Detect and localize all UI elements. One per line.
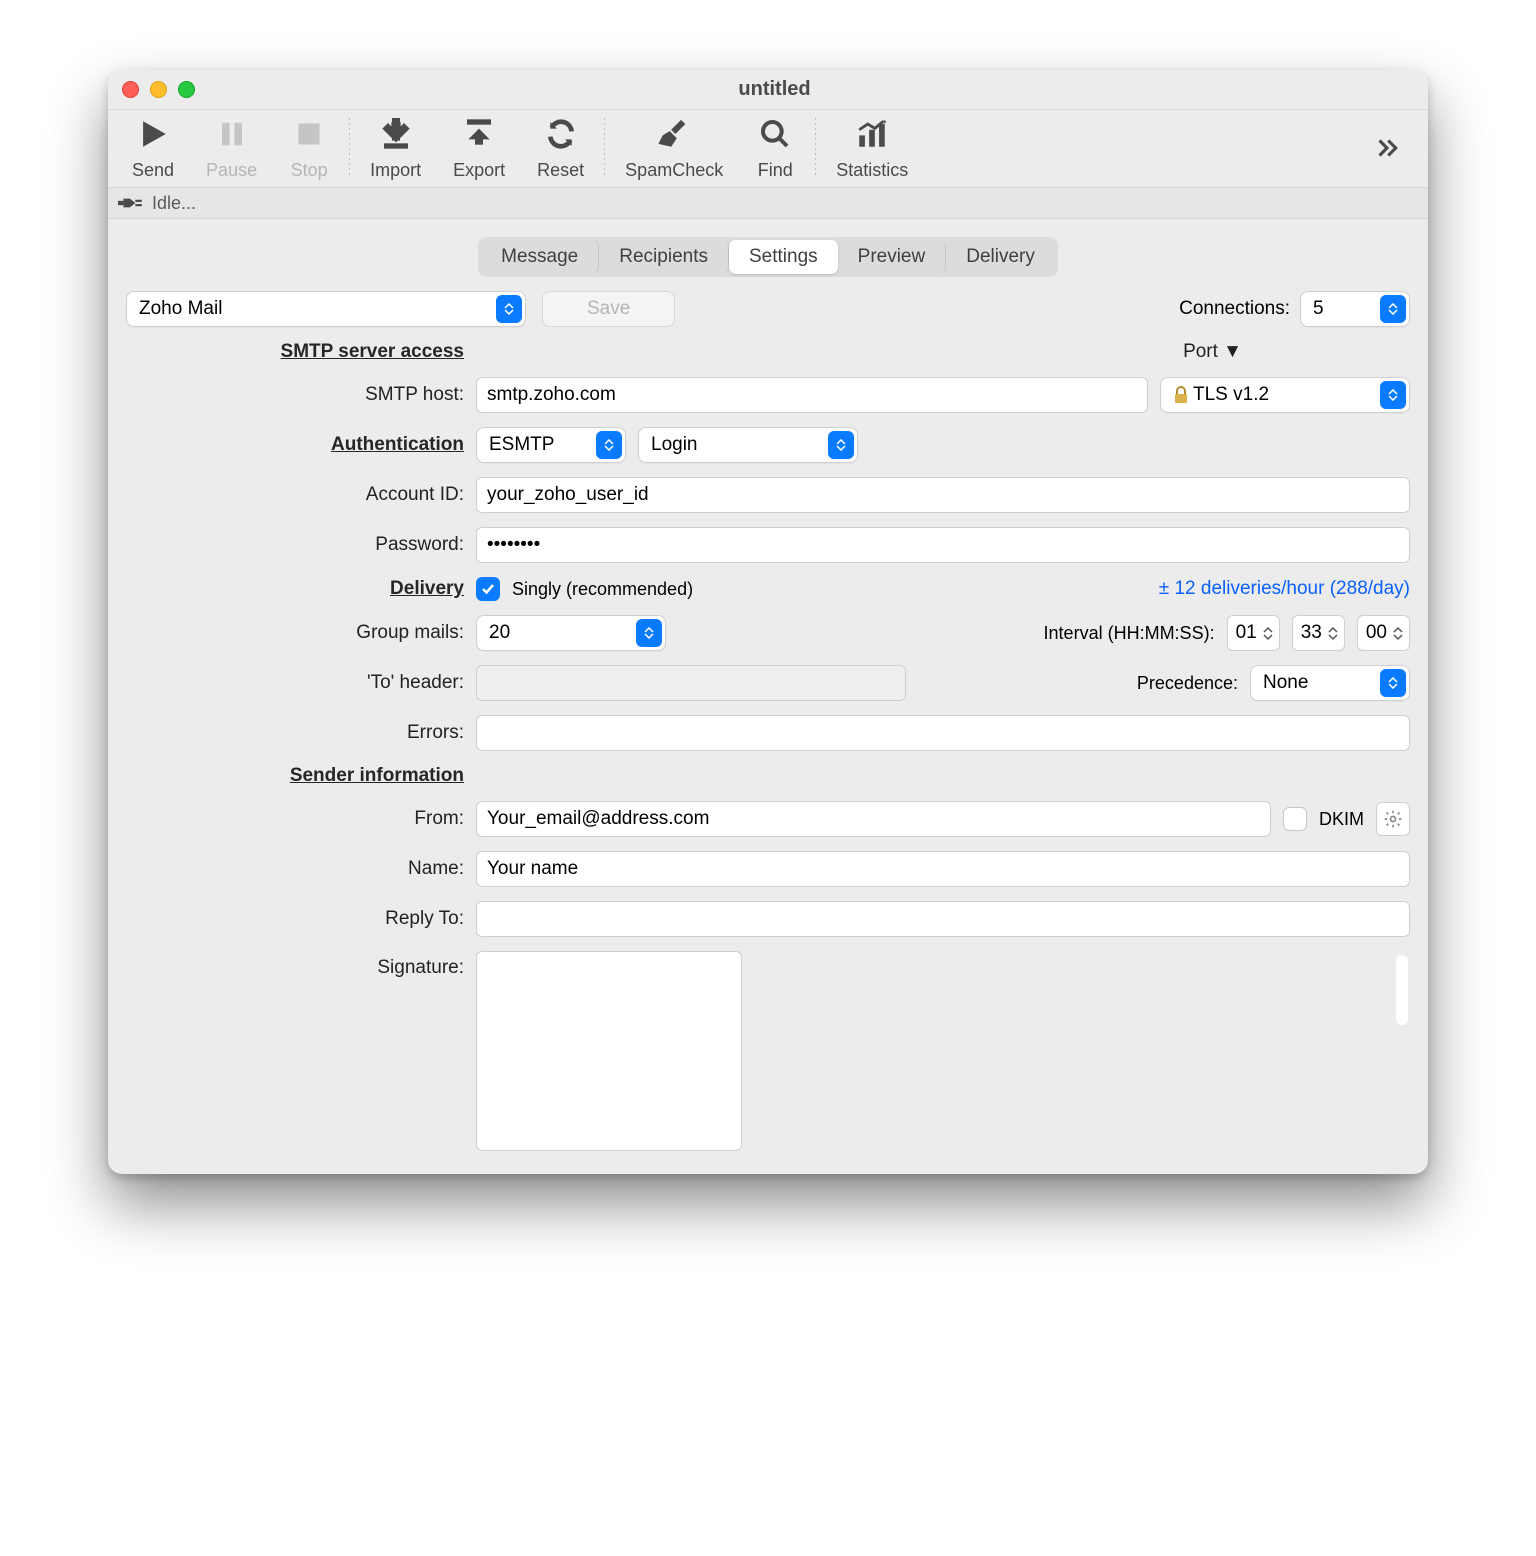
port-label[interactable]: Port ▼ [1183, 341, 1242, 363]
connections-select[interactable]: 5 [1300, 291, 1410, 327]
stepper-arrows-icon [1393, 626, 1403, 641]
lock-icon [1173, 386, 1189, 404]
singly-label: Singly (recommended) [512, 579, 693, 600]
section-auth: Authentication [331, 434, 466, 456]
rate-link[interactable]: ± 12 deliveries/hour (288/day) [1159, 578, 1410, 600]
toolbar-divider [349, 118, 350, 177]
section-smtp: SMTP server access [281, 341, 466, 363]
pause-icon [212, 114, 252, 154]
tab-preview[interactable]: Preview [838, 240, 947, 274]
title-bar: untitled [108, 70, 1428, 110]
account-id-label: Account ID: [366, 484, 466, 506]
toolbar-overflow-icon[interactable] [1372, 114, 1410, 181]
stop-button[interactable]: Stop [289, 114, 329, 181]
tab-settings[interactable]: Settings [729, 240, 838, 274]
singly-checkbox[interactable] [476, 577, 500, 601]
send-button[interactable]: Send [132, 114, 174, 181]
password-input[interactable] [476, 527, 1410, 563]
stepper-arrows-icon [1263, 626, 1273, 641]
stepper-arrows-icon [1328, 626, 1338, 641]
signature-label: Signature: [377, 951, 466, 979]
auth-method-select[interactable]: ESMTP [476, 427, 626, 463]
tab-recipients[interactable]: Recipients [599, 240, 729, 274]
precedence-select[interactable]: None [1250, 665, 1410, 701]
chevron-updown-icon [596, 431, 622, 459]
section-sender: Sender information [290, 765, 466, 787]
interval-label: Interval (HH:MM:SS): [1044, 623, 1215, 644]
settings-panel: Zoho Mail Save Connections: 5 [108, 291, 1428, 1174]
to-header-input [476, 665, 906, 701]
statistics-button[interactable]: Statistics [836, 114, 908, 181]
tab-row: Message Recipients Settings Preview Deli… [108, 219, 1428, 291]
chevron-updown-icon [828, 431, 854, 459]
app-window: untitled Send Pause [108, 70, 1428, 1174]
chevron-updown-icon [1380, 381, 1406, 409]
errors-label: Errors: [407, 722, 466, 744]
spamcheck-button[interactable]: SpamCheck [625, 114, 723, 181]
scrollbar-thumb[interactable] [1396, 955, 1408, 1025]
precedence-label: Precedence: [1137, 673, 1238, 694]
auth-type-select[interactable]: Login [638, 427, 858, 463]
to-header-label: 'To' header: [367, 672, 466, 694]
save-button[interactable]: Save [542, 291, 675, 327]
play-icon [133, 114, 173, 154]
tab-delivery[interactable]: Delivery [946, 240, 1055, 274]
chevron-updown-icon [1380, 295, 1406, 323]
search-icon [755, 114, 795, 154]
interval-hh-stepper[interactable]: 01 [1227, 615, 1280, 651]
dkim-checkbox[interactable] [1283, 807, 1307, 831]
tab-message[interactable]: Message [481, 240, 599, 274]
chevron-updown-icon [496, 295, 522, 323]
toolbar: Send Pause Stop [108, 110, 1428, 187]
preset-select[interactable]: Zoho Mail [126, 291, 526, 327]
errors-input[interactable] [476, 715, 1410, 751]
group-mails-label: Group mails: [356, 622, 466, 644]
import-icon [376, 114, 416, 154]
interval-ss-stepper[interactable]: 00 [1357, 615, 1410, 651]
smtp-host-input[interactable] [476, 377, 1148, 413]
section-delivery: Delivery [390, 578, 466, 600]
from-label: From: [414, 808, 466, 830]
password-label: Password: [375, 534, 466, 556]
reset-icon [541, 114, 581, 154]
from-input[interactable] [476, 801, 1271, 837]
interval-mm-stepper[interactable]: 33 [1292, 615, 1345, 651]
chevron-updown-icon [636, 619, 662, 647]
reply-to-input[interactable] [476, 901, 1410, 937]
segmented-control: Message Recipients Settings Preview Deli… [478, 237, 1058, 277]
account-id-input[interactable] [476, 477, 1410, 513]
chart-icon [852, 114, 892, 154]
import-button[interactable]: Import [370, 114, 421, 181]
name-input[interactable] [476, 851, 1410, 887]
reply-to-label: Reply To: [385, 908, 466, 930]
stop-icon [289, 114, 329, 154]
export-button[interactable]: Export [453, 114, 505, 181]
name-label: Name: [408, 858, 466, 880]
toolbar-divider [815, 118, 816, 177]
pause-button[interactable]: Pause [206, 114, 257, 181]
dkim-label: DKIM [1319, 809, 1364, 830]
export-icon [459, 114, 499, 154]
window-title: untitled [135, 78, 1414, 101]
status-bar: Idle... [108, 187, 1428, 219]
group-mails-select[interactable]: 20 [476, 615, 666, 651]
toolbar-divider [604, 118, 605, 177]
dkim-settings-button[interactable] [1376, 802, 1410, 836]
chevron-updown-icon [1380, 669, 1406, 697]
broom-icon [654, 114, 694, 154]
smtp-host-label: SMTP host: [365, 384, 466, 406]
status-text: Idle... [152, 193, 196, 214]
reset-button[interactable]: Reset [537, 114, 584, 181]
tls-select[interactable]: TLS v1.2 [1160, 377, 1410, 413]
signature-textarea[interactable] [476, 951, 742, 1151]
find-button[interactable]: Find [755, 114, 795, 181]
connections-label: Connections: [1179, 298, 1290, 320]
plug-icon [118, 196, 144, 210]
